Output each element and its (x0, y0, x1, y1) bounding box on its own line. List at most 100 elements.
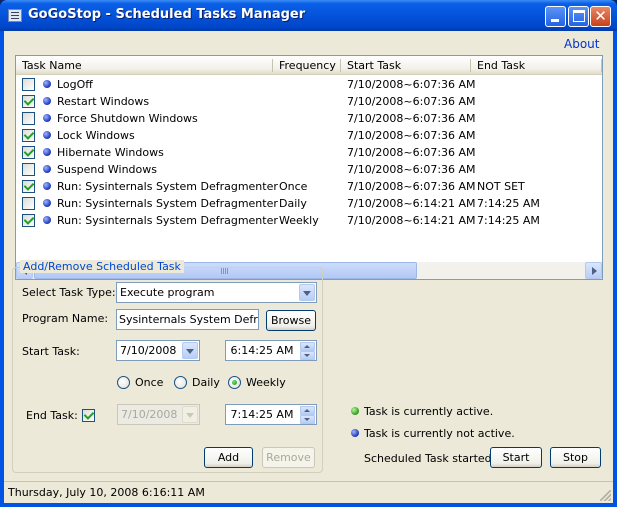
chevron-down-icon[interactable] (299, 284, 315, 301)
start-button[interactable]: Start (490, 447, 542, 468)
status-dot-icon (43, 131, 51, 139)
client-area: About Task Name Frequency Start Task End… (4, 31, 613, 503)
start-task-cell: 7/10/2008~6:07:36 AM (347, 95, 476, 108)
row-checkbox[interactable] (22, 214, 35, 227)
table-row[interactable]: LogOff 7/10/2008~6:07:36 AM (16, 76, 602, 93)
start-date-picker[interactable]: 7/10/2008 (116, 340, 200, 361)
row-checkbox[interactable] (22, 95, 35, 108)
remove-button[interactable]: Remove (262, 447, 315, 468)
frequency-once-label[interactable]: Once (135, 376, 163, 389)
status-dot-icon (43, 199, 51, 207)
task-list-header: Task Name Frequency Start Task End Task (16, 56, 602, 75)
end-date-value: 7/10/2008 (121, 408, 178, 421)
add-button[interactable]: Add (204, 447, 253, 468)
frequency-once-radio[interactable] (117, 376, 130, 389)
task-type-value: Execute program (120, 286, 215, 299)
table-row[interactable]: Lock Windows 7/10/2008~6:07:36 AM (16, 127, 602, 144)
task-name-cell: Run: Sysinternals System Defragmenter (57, 180, 278, 193)
end-task-cell: NOT SET (477, 180, 525, 193)
row-checkbox[interactable] (22, 146, 35, 159)
scroll-right-icon[interactable] (585, 262, 602, 279)
status-dot-icon (43, 182, 51, 190)
inactive-legend-text: Task is currently not active. (364, 427, 515, 440)
status-dot-icon (43, 216, 51, 224)
frequency-cell: Weekly (279, 214, 319, 227)
start-task-cell: 7/10/2008~6:07:36 AM (347, 180, 476, 193)
status-dot-icon (43, 114, 51, 122)
row-checkbox[interactable] (22, 163, 35, 176)
frequency-daily-radio[interactable] (174, 376, 187, 389)
scheduler-status-text: Scheduled Task started. (364, 452, 496, 465)
minimize-button[interactable] (545, 6, 566, 27)
start-time-value: 6:14:25 AM (230, 344, 294, 357)
column-header-task-name[interactable]: Task Name (16, 56, 273, 75)
resize-grip-icon[interactable] (600, 490, 611, 501)
start-task-cell: 7/10/2008~6:07:36 AM (347, 129, 476, 142)
end-task-cell: 7:14:25 AM (477, 214, 540, 227)
maximize-icon (573, 10, 585, 22)
table-row[interactable]: Run: Sysinternals System Defragmenter Dai… (16, 195, 602, 212)
start-task-cell: 7/10/2008~6:07:36 AM (347, 112, 476, 125)
row-checkbox[interactable] (22, 112, 35, 125)
program-name-input[interactable]: Sysinternals System Defragmenter (116, 309, 259, 330)
task-type-select[interactable]: Execute program (116, 282, 317, 303)
status-dot-icon (43, 165, 51, 173)
row-checkbox[interactable] (22, 180, 35, 193)
frequency-weekly-radio[interactable] (228, 376, 241, 389)
close-button[interactable]: ✕ (590, 6, 611, 27)
spin-down-icon[interactable] (300, 351, 315, 360)
end-time-picker[interactable]: 7:14:25 AM (225, 404, 317, 425)
status-bar: Thursday, July 10, 2008 6:16:11 AM (4, 481, 613, 503)
start-task-cell: 7/10/2008~6:07:36 AM (347, 163, 476, 176)
maximize-button[interactable] (568, 6, 589, 27)
table-row[interactable]: Run: Sysinternals System Defragmenter Onc… (16, 178, 602, 195)
table-row[interactable]: Hibernate Windows 7/10/2008~6:07:36 AM (16, 144, 602, 161)
task-list-body: LogOff 7/10/2008~6:07:36 AM Restart Window… (16, 76, 602, 260)
about-link[interactable]: About (564, 37, 599, 51)
status-dot-icon (43, 148, 51, 156)
app-window: GoGoStop - Scheduled Tasks Manager ✕ Abo… (0, 0, 617, 507)
stop-button[interactable]: Stop (550, 447, 601, 468)
frequency-weekly-label[interactable]: Weekly (246, 376, 286, 389)
browse-button[interactable]: Browse (266, 310, 316, 331)
spin-up-icon[interactable] (300, 406, 315, 415)
table-row[interactable]: Force Shutdown Windows 7/10/2008~6:07:36 … (16, 110, 602, 127)
app-icon[interactable] (8, 9, 22, 22)
frequency-daily-label[interactable]: Daily (192, 376, 220, 389)
status-dot-icon (43, 97, 51, 105)
column-header-start-task[interactable]: Start Task (341, 56, 471, 75)
row-checkbox[interactable] (22, 197, 35, 210)
status-datetime: Thursday, July 10, 2008 6:16:11 AM (8, 486, 205, 499)
start-task-cell: 7/10/2008~6:07:36 AM (347, 78, 476, 91)
start-task-cell: 7/10/2008~6:07:36 AM (347, 146, 476, 159)
start-task-cell: 7/10/2008~6:14:21 AM (347, 197, 476, 210)
spin-down-icon[interactable] (300, 415, 315, 424)
task-type-label: Select Task Type: (22, 286, 116, 299)
row-checkbox[interactable] (22, 129, 35, 142)
task-name-cell: Lock Windows (57, 129, 135, 142)
calendar-dropdown-icon[interactable] (182, 342, 198, 359)
task-name-cell: Run: Sysinternals System Defragmenter (57, 197, 278, 210)
end-task-cell: 7:14:25 AM (477, 197, 540, 210)
task-list[interactable]: Task Name Frequency Start Task End Task … (15, 55, 603, 280)
column-header-end-task[interactable]: End Task (471, 56, 602, 75)
column-header-frequency[interactable]: Frequency (273, 56, 341, 75)
end-task-checkbox[interactable] (82, 409, 95, 422)
end-date-picker[interactable]: 7/10/2008 (117, 404, 200, 425)
end-time-value: 7:14:25 AM (230, 408, 294, 421)
window-title: GoGoStop - Scheduled Tasks Manager (28, 7, 306, 22)
table-row[interactable]: Suspend Windows 7/10/2008~6:07:36 AM (16, 161, 602, 178)
start-time-picker[interactable]: 6:14:25 AM (225, 340, 317, 361)
calendar-dropdown-icon[interactable] (182, 406, 198, 423)
task-name-cell: Force Shutdown Windows (57, 112, 198, 125)
spin-up-icon[interactable] (300, 342, 315, 351)
group-title: Add/Remove Scheduled Task (20, 260, 184, 273)
task-name-cell: Restart Windows (57, 95, 150, 108)
program-name-label: Program Name: (22, 312, 109, 325)
row-checkbox[interactable] (22, 78, 35, 91)
end-task-label: End Task: (26, 409, 78, 422)
table-row[interactable]: Run: Sysinternals System Defragmenter Wee… (16, 212, 602, 229)
title-bar[interactable]: GoGoStop - Scheduled Tasks Manager ✕ (0, 0, 617, 31)
table-row[interactable]: Restart Windows 7/10/2008~6:07:36 AM (16, 93, 602, 110)
task-name-cell: Run: Sysinternals System Defragmenter (57, 214, 278, 227)
